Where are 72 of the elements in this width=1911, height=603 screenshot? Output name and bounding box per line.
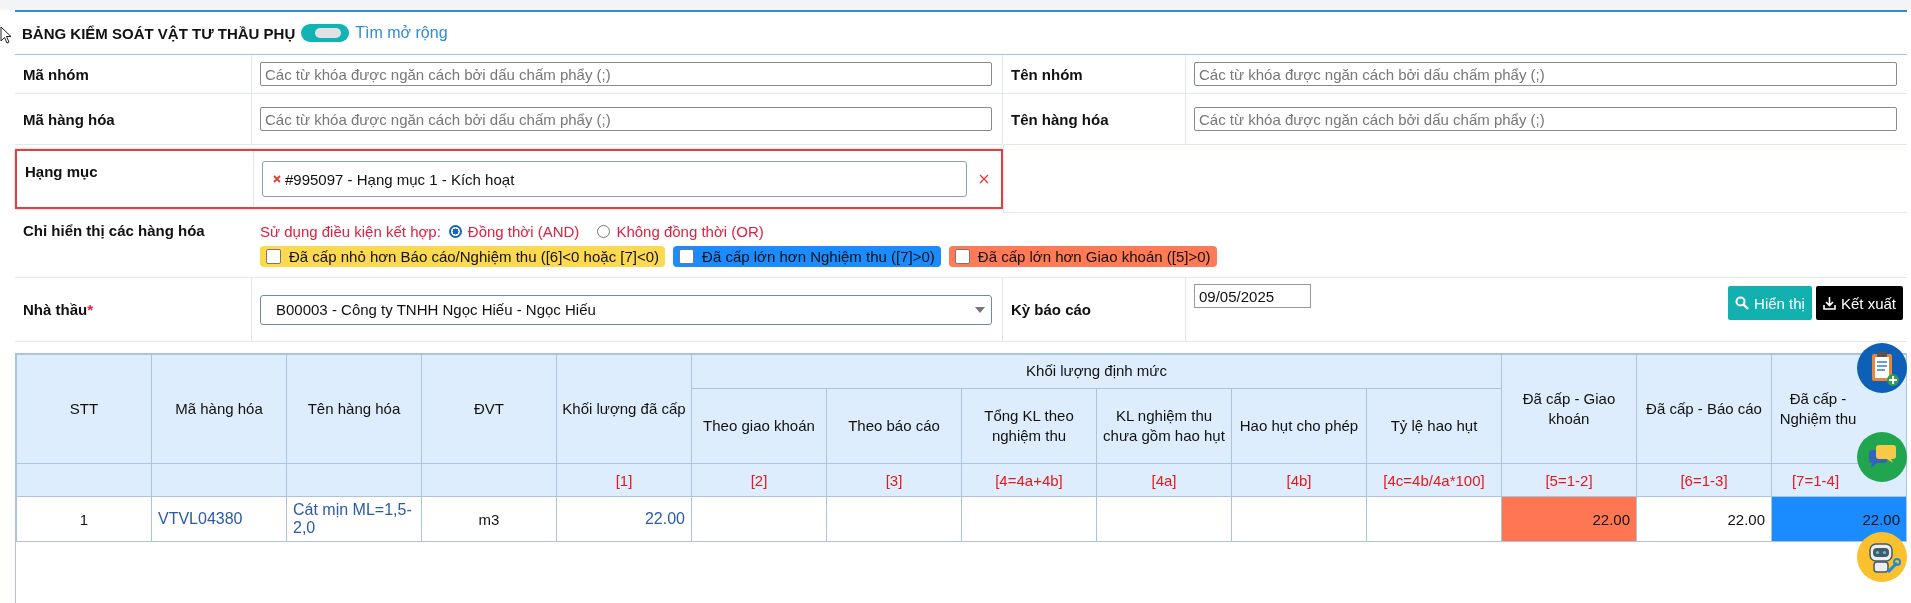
clipboard-icon[interactable] xyxy=(1857,343,1907,393)
clear-icon[interactable] xyxy=(979,174,989,184)
robot-icon[interactable] xyxy=(1857,532,1907,582)
column-header: Tỷ lệ hao hụt xyxy=(1366,388,1502,464)
column-header: Mã hàng hóa xyxy=(151,354,287,464)
column-index: [3] xyxy=(885,471,903,489)
checkbox[interactable] xyxy=(679,249,695,264)
field-label: Chỉ hiển thị các hàng hóa xyxy=(23,222,205,239)
radio-option[interactable]: Đồng thời (AND) xyxy=(448,223,580,240)
column-header: KL nghiệm thu chưa gồm hao hụt xyxy=(1096,388,1232,464)
table-cell: Cát mịn ML=1,5-2,0 xyxy=(286,496,422,542)
column-index: [6=1-3] xyxy=(1680,471,1728,489)
column-index: [4=4a+4b] xyxy=(995,471,1063,489)
column-index: [4a] xyxy=(1151,471,1177,489)
column-index: [2] xyxy=(750,471,768,489)
export-button[interactable]: Kết xuất xyxy=(1815,286,1903,320)
radio-option[interactable]: Không đồng thời (OR) xyxy=(597,223,764,240)
column-header: Hao hụt cho phép xyxy=(1231,388,1367,464)
tag-input-field[interactable]: #995097 - Hạng mục 1 - Kích hoạt xyxy=(262,161,967,197)
column-header: Tên hàng hóa xyxy=(286,354,422,464)
column-index: [4b] xyxy=(1286,471,1312,489)
table-cell: 22.00 xyxy=(556,496,692,542)
filter-chip[interactable]: Đã cấp lớn hơn Giao khoán ([5]>0) xyxy=(948,246,1217,267)
chat-icon[interactable] xyxy=(1857,432,1907,482)
page-title: BẢNG KIỂM SOÁT VẬT TƯ THẦU PHỤ xyxy=(22,24,296,42)
column-group-header: Khối lượng định mức xyxy=(691,354,1502,389)
table-cell: 22.00 xyxy=(1771,496,1907,542)
column-header: Đã cấp - Báo cáo xyxy=(1636,354,1772,464)
column-index: [4c=4b/4a*100] xyxy=(1383,471,1485,489)
column-index: [1] xyxy=(615,471,633,489)
column-header: Tổng KL theo nghiệm thu xyxy=(961,388,1097,464)
table-cell: m3 xyxy=(421,496,557,542)
caret-icon xyxy=(975,306,985,313)
required-mark: * xyxy=(87,301,93,318)
input-field[interactable]: Các từ khóa được ngăn cách bởi dấu chấm phẩy (;) xyxy=(260,62,992,86)
column-header: Theo giao khoán xyxy=(691,388,827,464)
filter-chip[interactable]: Đã cấp lớn hơn Nghiệm thu ([7]>0) xyxy=(673,246,941,267)
tag-text: #995097 - Hạng mục 1 - Kích hoạt xyxy=(285,170,515,188)
extended-search-link[interactable]: Tìm mở rộng xyxy=(355,24,448,42)
table-cell: VTVL04380 xyxy=(151,496,287,542)
checkbox[interactable] xyxy=(954,249,970,264)
table-cell: 22.00 xyxy=(1501,496,1637,542)
column-header: Theo báo cáo xyxy=(826,388,962,464)
radio-button[interactable] xyxy=(448,225,462,238)
column-header: STT xyxy=(16,354,152,464)
checkbox[interactable] xyxy=(266,249,281,264)
field-label: Tên hàng hóa xyxy=(1011,110,1109,128)
search-icon xyxy=(1735,296,1750,310)
contractor-select[interactable]: B00003 - Công ty TNHH Ngọc Hiếu - Ngọc Hiếu xyxy=(260,294,992,325)
column-index: [7=1-4] xyxy=(1791,471,1840,489)
column-header: Khối lượng đã cấp xyxy=(556,354,692,464)
input-field[interactable]: Các từ khóa được ngăn cách bởi dấu chấm phẩy (;) xyxy=(260,107,992,131)
toggle-switch[interactable] xyxy=(301,24,350,42)
field-label: Kỳ báo cáo xyxy=(1011,301,1092,318)
filter-chip[interactable]: Đã cấp nhỏ hơn Báo cáo/Nghiệm thu ([6]<0 hoặc [7]<0) xyxy=(260,246,666,267)
column-header: ĐVT xyxy=(421,354,557,464)
input-field[interactable]: Các từ khóa được ngăn cách bởi dấu chấm phẩy (;) xyxy=(1194,62,1897,86)
table-cell: 1 xyxy=(16,496,152,542)
column-index: [5=1-2] xyxy=(1545,471,1593,489)
field-label: Hạng mục xyxy=(25,163,98,180)
field-label: Tên nhóm xyxy=(1011,65,1083,83)
date-field[interactable]: 09/05/2025 xyxy=(1194,284,1311,308)
radio-button[interactable] xyxy=(597,225,611,238)
table-cell: 22.00 xyxy=(1636,496,1772,542)
field-label: Mã nhóm xyxy=(23,65,89,83)
remove-icon[interactable] xyxy=(273,175,281,183)
column-header: Đã cấp - Giao khoán xyxy=(1501,354,1637,464)
input-field[interactable]: Các từ khóa được ngăn cách bởi dấu chấm phẩy (;) xyxy=(1194,107,1897,131)
condition-label: Sử dụng điều kiện kết hợp: xyxy=(260,223,441,240)
field-label: Mã hàng hóa xyxy=(23,110,115,128)
download-icon xyxy=(1822,296,1836,310)
field-label: Nhà thầu* xyxy=(23,301,93,318)
